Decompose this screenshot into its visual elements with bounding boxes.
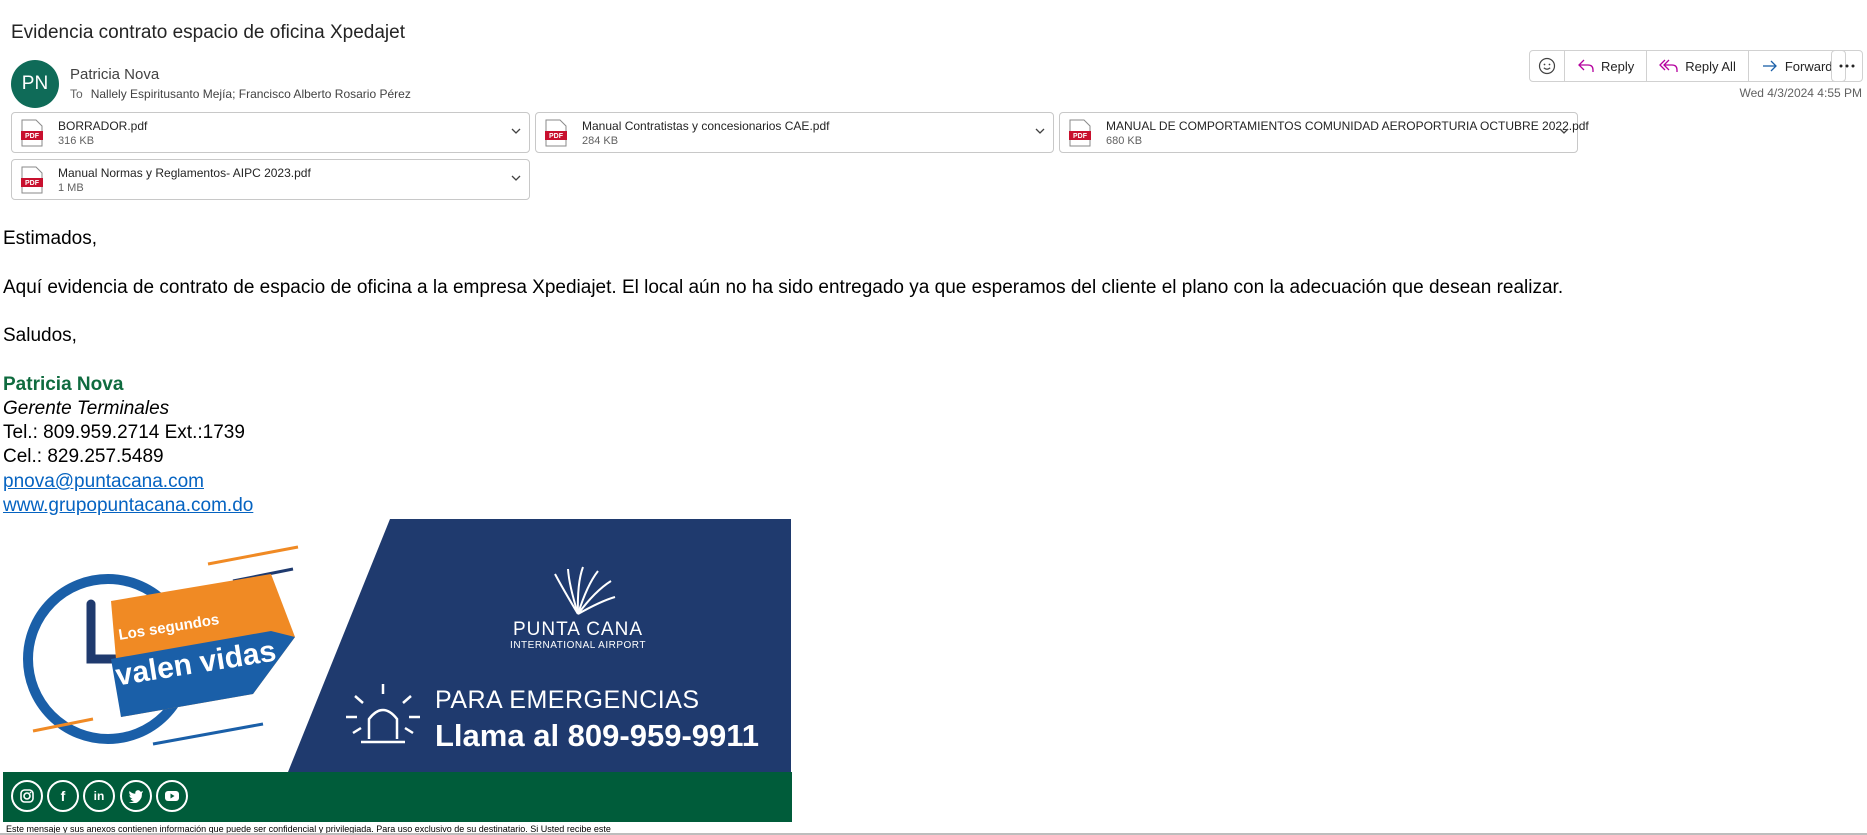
- svg-text:PDF: PDF: [25, 133, 40, 140]
- reply-label: Reply: [1601, 58, 1635, 74]
- avatar[interactable]: PN: [11, 60, 59, 108]
- svg-text:PDF: PDF: [1073, 133, 1088, 140]
- signature-email-link[interactable]: pnova@puntacana.com: [3, 471, 204, 493]
- recipients-list[interactable]: Nallely Espiritusanto Mejía; Francisco A…: [91, 87, 411, 101]
- instagram-icon[interactable]: [11, 780, 43, 812]
- svg-text:PDF: PDF: [549, 133, 564, 140]
- smiley-icon: [1538, 57, 1556, 75]
- attachment-name: BORRADOR.pdf: [58, 119, 148, 133]
- attachment-name: Manual Normas y Reglamentos- AIPC 2023.p…: [58, 166, 311, 180]
- linkedin-icon[interactable]: in: [83, 780, 115, 812]
- attachment-size: 1 MB: [58, 182, 84, 194]
- sender-name[interactable]: Patricia Nova: [70, 66, 159, 83]
- attachment-size: 680 KB: [1106, 135, 1143, 147]
- chevron-down-icon[interactable]: [510, 172, 522, 184]
- attachment-card[interactable]: PDF MANUAL DE COMPORTAMIENTOS COMUNIDAD …: [1059, 112, 1589, 153]
- recipients-line: To Nallely Espiritusanto Mejía; Francisco…: [70, 87, 411, 101]
- reply-icon: [1578, 59, 1594, 72]
- reply-all-icon: [1659, 59, 1678, 72]
- email-subject: Evidencia contrato espacio de oficina Xp…: [11, 22, 405, 43]
- emergency-title: PARA EMERGENCIAS: [435, 686, 700, 714]
- pdf-file-icon: PDF: [21, 166, 43, 194]
- airport-name: PUNTA CANA: [512, 619, 643, 640]
- pdf-file-icon: PDF: [545, 119, 567, 147]
- svg-text:PDF: PDF: [25, 180, 40, 187]
- greeting-text: Estimados,: [3, 228, 97, 249]
- attachment-card[interactable]: PDF BORRADOR.pdf 316 KB: [11, 112, 530, 153]
- message-actions: Reply Reply All Forward: [1529, 50, 1846, 82]
- pdf-file-icon: PDF: [1069, 119, 1091, 147]
- attachment-name: Manual Contratistas y concesionarios CAE…: [582, 119, 830, 133]
- attachment-name: MANUAL DE COMPORTAMIENTOS COMUNIDAD AERO…: [1106, 119, 1589, 133]
- signature-name: Patricia Nova: [3, 374, 124, 395]
- twitter-icon[interactable]: [120, 780, 152, 812]
- pdf-file-icon: PDF: [21, 119, 43, 147]
- youtube-glyph: [165, 791, 179, 801]
- facebook-icon[interactable]: f: [47, 780, 79, 812]
- emergency-phone: Llama al 809-959-9911: [435, 718, 760, 753]
- airport-subtitle: INTERNATIONAL AIRPORT: [510, 640, 646, 651]
- reply-all-button[interactable]: Reply All: [1647, 51, 1749, 81]
- social-bar: f in: [3, 772, 792, 822]
- sent-date: Wed 4/3/2024 4:55 PM: [1739, 86, 1862, 100]
- more-icon: [1839, 64, 1855, 68]
- to-label: To: [70, 87, 83, 101]
- more-actions-button[interactable]: [1831, 50, 1863, 82]
- reply-all-label: Reply All: [1685, 58, 1736, 74]
- signature-phone: Tel.: 809.959.2714 Ext.:1739: [3, 422, 245, 443]
- attachment-card[interactable]: PDF Manual Normas y Reglamentos- AIPC 20…: [11, 159, 530, 200]
- twitter-glyph: [128, 790, 143, 803]
- youtube-icon[interactable]: [156, 780, 188, 812]
- chevron-down-icon[interactable]: [1034, 125, 1046, 137]
- signature-cell: Cel.: 829.257.5489: [3, 446, 164, 467]
- reply-button[interactable]: Reply: [1565, 51, 1648, 81]
- signature-website-link[interactable]: www.grupopuntacana.com.do: [3, 495, 253, 517]
- emergency-banner-image: Los segundos valen vidas PUNTA CANA INTE…: [3, 519, 791, 772]
- attachment-size: 284 KB: [582, 135, 619, 147]
- signature-title: Gerente Terminales: [3, 398, 170, 419]
- forward-icon: [1762, 60, 1777, 72]
- attachment-size: 316 KB: [58, 135, 95, 147]
- reaction-button[interactable]: [1530, 51, 1565, 81]
- forward-label: Forward: [1784, 58, 1833, 74]
- body-paragraph: Aquí evidencia de contrato de espacio de…: [3, 277, 1564, 298]
- closing-text: Saludos,: [3, 325, 77, 346]
- instagram-glyph: [20, 789, 34, 803]
- chevron-down-icon[interactable]: [1558, 125, 1570, 137]
- attachment-card[interactable]: PDF Manual Contratistas y concesionarios…: [535, 112, 1054, 153]
- chevron-down-icon[interactable]: [510, 125, 522, 137]
